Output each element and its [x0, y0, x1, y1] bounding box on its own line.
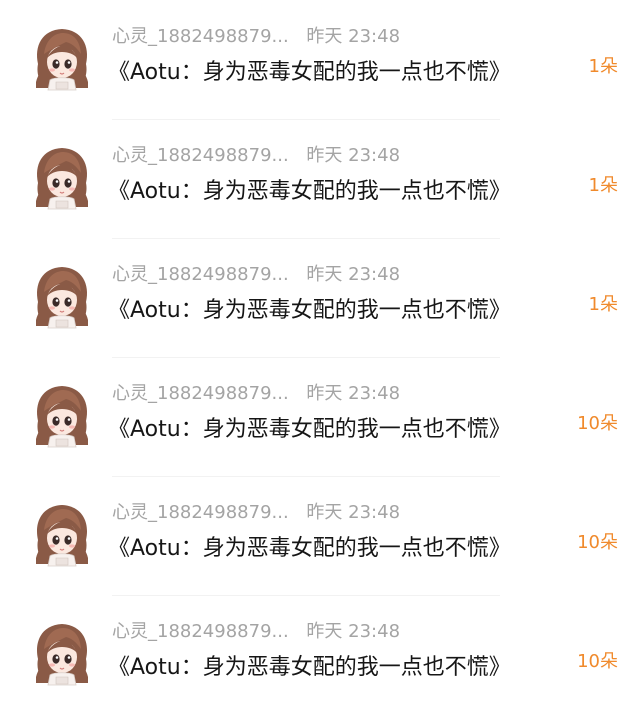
avatar[interactable]	[30, 24, 94, 92]
book-title[interactable]: 《Aotu：身为恶毒女配的我一点也不慌》	[108, 413, 511, 447]
timestamp: 昨天 23:48	[306, 383, 401, 404]
record-meta: 心灵_1882498879... 昨天 23:48	[112, 619, 400, 645]
list-item[interactable]: 心灵_1882498879... 昨天 23:48 《Aotu：身为恶毒女配的我…	[0, 367, 640, 485]
gift-count: 1朵	[588, 294, 618, 315]
record-meta: 心灵_1882498879... 昨天 23:48	[112, 143, 400, 169]
avatar[interactable]	[30, 619, 94, 687]
record-meta: 心灵_1882498879... 昨天 23:48	[112, 262, 400, 288]
list-item[interactable]: 心灵_1882498879... 昨天 23:48 《Aotu：身为恶毒女配的我…	[0, 10, 640, 128]
timestamp: 昨天 23:48	[306, 145, 401, 166]
gift-count: 10朵	[577, 413, 618, 434]
book-title[interactable]: 《Aotu：身为恶毒女配的我一点也不慌》	[108, 532, 511, 566]
divider	[112, 476, 500, 477]
gift-count: 10朵	[577, 532, 618, 553]
user-name[interactable]: 心灵_1882498879...	[112, 143, 289, 169]
avatar[interactable]	[30, 381, 94, 449]
user-name[interactable]: 心灵_1882498879...	[112, 500, 289, 526]
divider	[112, 238, 500, 239]
divider	[112, 119, 500, 120]
gift-count: 1朵	[588, 56, 618, 77]
book-title[interactable]: 《Aotu：身为恶毒女配的我一点也不慌》	[108, 175, 511, 209]
chibi-girl-avatar-icon	[36, 148, 88, 210]
user-name[interactable]: 心灵_1882498879...	[112, 381, 289, 407]
timestamp: 昨天 23:48	[306, 264, 401, 285]
list-item[interactable]: 心灵_1882498879... 昨天 23:48 《Aotu：身为恶毒女配的我…	[0, 605, 640, 723]
divider	[112, 357, 500, 358]
list-item[interactable]: 心灵_1882498879... 昨天 23:48 《Aotu：身为恶毒女配的我…	[0, 248, 640, 366]
chibi-girl-avatar-icon	[36, 386, 88, 448]
record-meta: 心灵_1882498879... 昨天 23:48	[112, 500, 400, 526]
gift-count: 1朵	[588, 175, 618, 196]
divider	[112, 595, 500, 596]
avatar[interactable]	[30, 143, 94, 211]
timestamp: 昨天 23:48	[306, 502, 401, 523]
list-item[interactable]: 心灵_1882498879... 昨天 23:48 《Aotu：身为恶毒女配的我…	[0, 129, 640, 247]
book-title[interactable]: 《Aotu：身为恶毒女配的我一点也不慌》	[108, 294, 511, 328]
timestamp: 昨天 23:48	[306, 26, 401, 47]
chibi-girl-avatar-icon	[36, 624, 88, 686]
chibi-girl-avatar-icon	[36, 505, 88, 567]
user-name[interactable]: 心灵_1882498879...	[112, 262, 289, 288]
avatar[interactable]	[30, 262, 94, 330]
gift-record-list: 心灵_1882498879... 昨天 23:48 《Aotu：身为恶毒女配的我…	[0, 0, 640, 700]
record-meta: 心灵_1882498879... 昨天 23:48	[112, 381, 400, 407]
user-name[interactable]: 心灵_1882498879...	[112, 619, 289, 645]
chibi-girl-avatar-icon	[36, 267, 88, 329]
book-title[interactable]: 《Aotu：身为恶毒女配的我一点也不慌》	[108, 56, 511, 90]
record-meta: 心灵_1882498879... 昨天 23:48	[112, 24, 400, 50]
gift-count: 10朵	[577, 651, 618, 672]
book-title[interactable]: 《Aotu：身为恶毒女配的我一点也不慌》	[108, 651, 511, 685]
timestamp: 昨天 23:48	[306, 621, 401, 642]
list-item[interactable]: 心灵_1882498879... 昨天 23:48 《Aotu：身为恶毒女配的我…	[0, 486, 640, 604]
chibi-girl-avatar-icon	[36, 29, 88, 91]
avatar[interactable]	[30, 500, 94, 568]
user-name[interactable]: 心灵_1882498879...	[112, 24, 289, 50]
